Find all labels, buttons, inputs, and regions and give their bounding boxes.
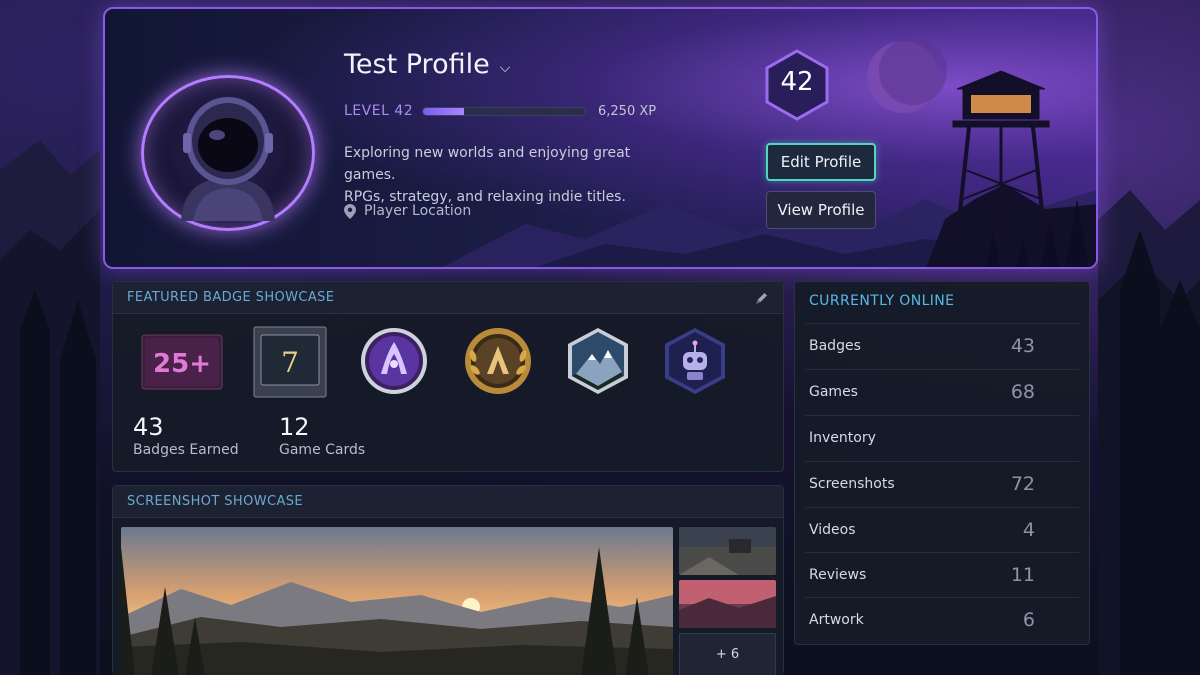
profile-name: Test Profile: [344, 49, 490, 80]
featured-badge-showcase: FEATURED BADGE SHOWCASE 25+ 7 43 Badges …: [112, 281, 784, 472]
mountain-hexagon-badge-icon[interactable]: [566, 326, 630, 396]
gold-laurel-badge-icon[interactable]: [463, 326, 533, 396]
avatar[interactable]: [141, 75, 317, 231]
svg-text:7: 7: [281, 346, 299, 379]
badge-showcase-header: FEATURED BADGE SHOWCASE: [113, 282, 783, 314]
badges-earned-label: Badges Earned: [133, 442, 239, 458]
xp-progress-fill: [423, 107, 464, 115]
pencil-edit-icon[interactable]: [755, 291, 769, 305]
featured-screenshot[interactable]: [121, 527, 673, 675]
stat-count: 72: [1010, 473, 1035, 495]
online-status-title: CURRENTLY ONLINE: [809, 293, 955, 309]
astronaut-avatar-icon: [181, 97, 275, 221]
stat-count: 11: [1010, 564, 1035, 586]
level-label: LEVEL 42: [344, 103, 414, 119]
game-cards-label: Game Cards: [279, 442, 366, 458]
stat-name: Videos: [809, 522, 856, 538]
game-cards-count: 12: [279, 413, 310, 441]
stat-name: Inventory: [809, 430, 876, 446]
screenshot-thumbnail[interactable]: [679, 580, 776, 628]
stat-row-videos[interactable]: Videos 4: [805, 507, 1079, 552]
years-of-service-7-badge-icon[interactable]: 7: [253, 326, 327, 398]
badges-earned-count: 43: [133, 413, 164, 441]
stat-row-artwork[interactable]: Artwork 6: [805, 597, 1079, 642]
screenshot-thumbnail[interactable]: [679, 527, 776, 575]
view-profile-button[interactable]: View Profile: [766, 191, 876, 229]
level-row: LEVEL 42 6,250 XP: [344, 103, 656, 119]
stat-name: Games: [809, 384, 858, 400]
stat-count: 6: [1022, 609, 1035, 631]
badge-showcase-title: FEATURED BADGE SHOWCASE: [127, 290, 335, 305]
profile-bio: Exploring new worlds and enjoying great …: [344, 142, 684, 208]
screenshot-showcase-title: SCREENSHOT SHOWCASE: [127, 494, 303, 509]
bio-line: Exploring new worlds and enjoying great …: [344, 145, 631, 183]
stat-row-inventory[interactable]: Inventory: [805, 415, 1079, 460]
svg-text:25+: 25+: [153, 349, 211, 379]
badge-stats: 43 Badges Earned 12 Game Cards: [123, 406, 774, 466]
xp-amount: 6,250 XP: [598, 103, 657, 119]
stat-name: Screenshots: [809, 476, 895, 492]
more-screenshots-button[interactable]: + 6: [679, 633, 776, 675]
stat-name: Badges: [809, 338, 861, 354]
location: Player Location: [344, 203, 471, 219]
stat-row-games[interactable]: Games 68: [805, 369, 1079, 414]
stat-count: 4: [1022, 519, 1035, 541]
edit-profile-button[interactable]: Edit Profile: [766, 143, 876, 181]
robot-hexagon-badge-icon[interactable]: [663, 326, 727, 396]
location-pin-icon: [344, 203, 356, 219]
profile-header: Test Profile ⌵ LEVEL 42 6,250 XP Explori…: [103, 7, 1098, 269]
purple-emblem-badge-icon[interactable]: [359, 326, 429, 396]
chevron-down-icon: ⌵: [499, 59, 511, 76]
profile-name-dropdown[interactable]: Test Profile ⌵: [344, 49, 510, 80]
screenshot-showcase: SCREENSHOT SHOWCASE + 6: [112, 485, 784, 675]
badges-earned-stat[interactable]: 43 Badges Earned: [133, 414, 239, 458]
thumbnail-image: [679, 580, 776, 628]
profile-stats-panel: CURRENTLY ONLINE Badges 43 Games 68 Inve…: [794, 281, 1090, 645]
stat-row-reviews[interactable]: Reviews 11: [805, 552, 1079, 597]
25-plus-badge-icon[interactable]: 25+: [141, 334, 223, 390]
badge-row: 25+ 7: [133, 324, 773, 398]
game-cards-stat[interactable]: 12 Game Cards: [279, 414, 365, 458]
sunset-landscape-screenshot: [121, 527, 673, 675]
location-text: Player Location: [364, 203, 472, 219]
thumbnail-image: [679, 527, 776, 575]
stat-name: Reviews: [809, 567, 867, 583]
screenshot-showcase-header: SCREENSHOT SHOWCASE: [113, 486, 783, 518]
xp-progress-bar: [422, 106, 586, 116]
level-number: 42: [780, 67, 814, 97]
stat-row-screenshots[interactable]: Screenshots 72: [805, 461, 1079, 506]
stat-count: 68: [1010, 381, 1035, 403]
stat-count: 43: [1010, 335, 1035, 357]
stat-row-badges[interactable]: Badges 43: [805, 323, 1079, 368]
stat-name: Artwork: [809, 612, 864, 628]
